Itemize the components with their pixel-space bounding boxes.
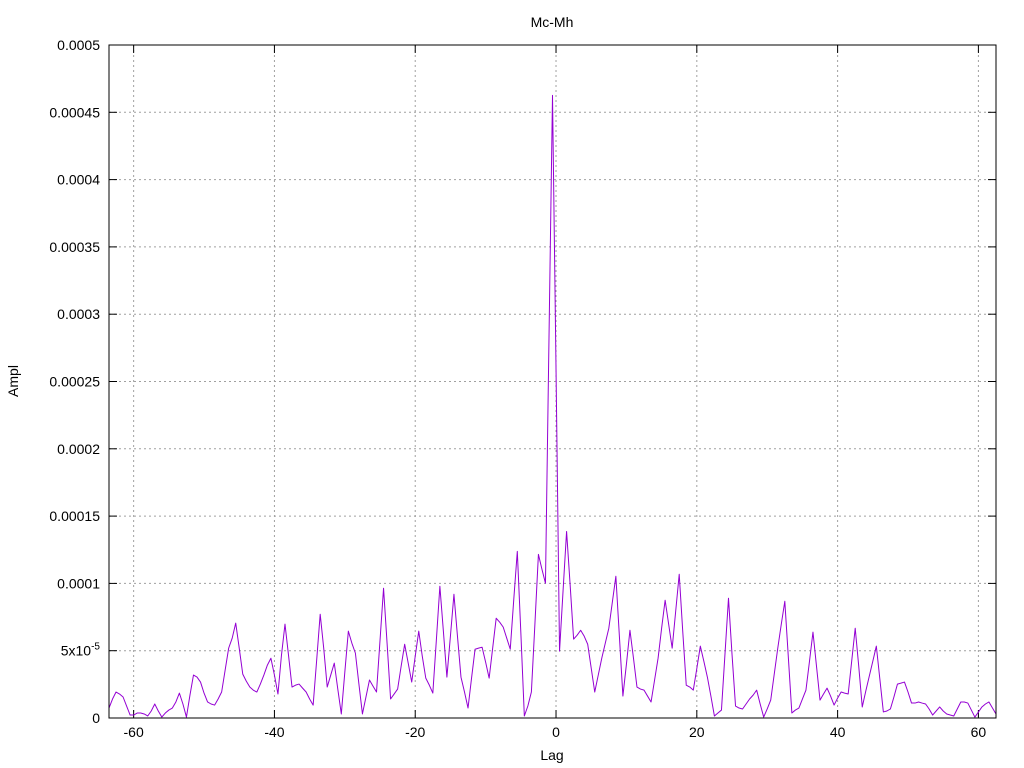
x-axis-label: Lag [540, 747, 563, 763]
x-tick-label: 40 [830, 724, 846, 740]
y-axis-label: Ampl [5, 365, 21, 397]
x-tick-label: -60 [124, 724, 144, 740]
y-tick-label: 0.0005 [57, 37, 100, 53]
x-tick-label: 20 [689, 724, 705, 740]
axis-ticks: 0 5x10-5 0.0001 0.00015 0.0002 0.00025 0.0003 0… [49, 37, 996, 740]
y-tick-label: 0.0003 [57, 306, 100, 322]
y-tick-label: 0.00045 [49, 104, 100, 120]
y-tick-label: 0.0001 [57, 575, 100, 591]
y-tick-label: 5x10-5 [61, 642, 101, 659]
chart-title: Mc-Mh [531, 14, 574, 30]
y-tick-label: 0.0004 [57, 172, 100, 188]
chart-plot: Mc-Mh Ampl Lag 0 5x10-5 0.0001 0.00015 0.000… [5, 14, 997, 763]
series-line [108, 94, 997, 718]
y-tick-label: 0 [92, 710, 100, 726]
y-tick-label: 0.00035 [49, 239, 100, 255]
series-group [108, 94, 997, 718]
x-tick-label: -40 [264, 724, 284, 740]
y-tick-label: 0.0002 [57, 441, 100, 457]
y-tick-label: 0.00015 [49, 508, 100, 524]
y-tick-exponent: -5 [91, 642, 100, 653]
grid-lines [109, 45, 996, 718]
x-tick-label: 0 [552, 724, 560, 740]
x-tick-label: 60 [971, 724, 987, 740]
y-tick-label: 0.00025 [49, 374, 100, 390]
plot-frame [108, 44, 997, 719]
x-tick-label: -20 [405, 724, 425, 740]
